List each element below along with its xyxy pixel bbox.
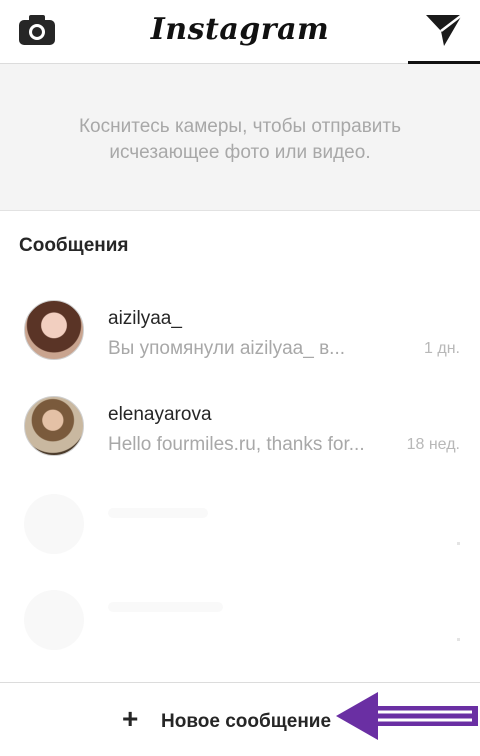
placeholder-line <box>108 602 223 612</box>
placeholder-dot <box>457 542 460 545</box>
messages-section-title: Сообщения <box>19 235 129 256</box>
avatar-placeholder <box>24 590 84 650</box>
message-thread[interactable]: elenayarova Hello fourmiles.ru, thanks f… <box>0 396 480 474</box>
avatar <box>24 300 84 360</box>
top-bar: Instagram <box>0 0 480 64</box>
thread-time: 1 дн. <box>424 340 460 357</box>
thread-username: aizilyaa_ <box>108 308 182 329</box>
app-logo: Instagram <box>150 12 330 47</box>
placeholder-line <box>108 508 208 518</box>
avatar-placeholder <box>24 494 84 554</box>
new-message-label: Новое сообщение <box>161 711 332 732</box>
message-thread[interactable]: aizilyaa_ Вы упомянули aizilyaa_ в... 1 … <box>0 300 480 378</box>
thread-preview: Вы упомянули aizilyaa_ в... <box>108 338 346 359</box>
paper-plane-icon[interactable] <box>424 12 464 48</box>
placeholder-dot <box>457 638 460 641</box>
thread-username: elenayarova <box>108 404 212 425</box>
plus-icon: + <box>122 703 139 734</box>
avatar <box>24 396 84 456</box>
thread-preview: Hello fourmiles.ru, thanks for... <box>108 434 365 455</box>
annotation-arrow-icon <box>336 692 478 740</box>
thread-time: 18 нед. <box>406 436 460 453</box>
camera-hint-text: Коснитесь камеры, чтобы отправить исчеза… <box>78 116 402 163</box>
camera-hint-panel: Коснитесь камеры, чтобы отправить исчеза… <box>0 64 480 211</box>
